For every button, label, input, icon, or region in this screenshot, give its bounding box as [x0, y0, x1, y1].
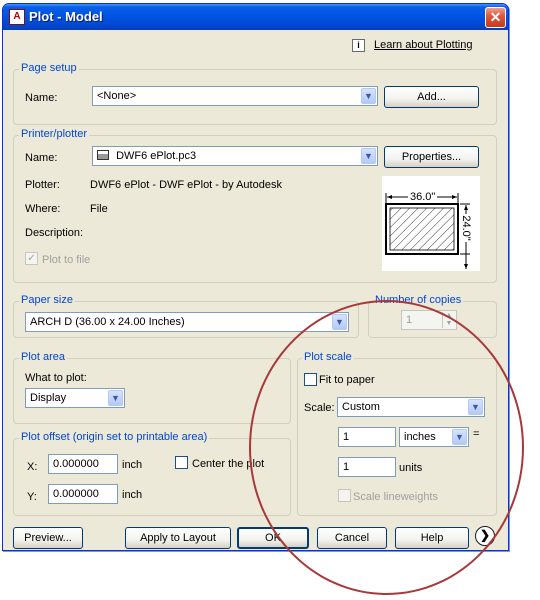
offset-x-input[interactable]: 0.000000	[48, 454, 118, 474]
scale-select[interactable]: Custom ▼	[337, 397, 485, 417]
plotter-value: DWF6 ePlot - DWF ePlot - by Autodesk	[90, 179, 282, 191]
paper-height-label: 24.0"	[460, 214, 472, 242]
printer-name-label: Name:	[25, 152, 58, 164]
offset-y-unit: inch	[122, 489, 143, 501]
chevron-down-icon: ▼	[108, 390, 123, 406]
printer-name-select[interactable]: DWF6 ePlot.pc3 ▼	[92, 146, 378, 166]
scale-value: Custom	[342, 401, 380, 413]
copies-legend: Number of copies	[373, 294, 464, 306]
where-label: Where:	[25, 203, 61, 215]
page-setup-name-value: <None>	[97, 90, 137, 102]
plot-area-legend: Plot area	[19, 351, 68, 363]
offset-y-label: Y:	[27, 491, 37, 503]
chevron-down-icon: ▼	[361, 148, 376, 164]
learn-about-plotting-link[interactable]: Learn about Plotting	[374, 39, 472, 51]
paper-preview: 36.0" 24.0"	[382, 176, 480, 271]
paper-size-value: ARCH D (36.00 x 24.00 Inches)	[30, 316, 185, 328]
offset-x-label: X:	[27, 461, 38, 473]
chevron-right-icon[interactable]: ❯	[475, 526, 495, 546]
properties-button[interactable]: Properties...	[384, 146, 479, 168]
paper-size-legend: Paper size	[19, 294, 75, 306]
scale-inches-input[interactable]: 1	[338, 427, 396, 447]
plot-offset-group	[13, 438, 291, 516]
page-setup-name-select[interactable]: <None> ▼	[92, 86, 378, 106]
scale-lineweights-label: Scale lineweights	[353, 491, 438, 503]
close-button[interactable]: ✕	[485, 7, 506, 28]
fit-to-paper-checkbox[interactable]	[304, 373, 317, 386]
ok-button[interactable]: OK	[237, 527, 309, 549]
scale-unit-select[interactable]: inches ▼	[399, 427, 469, 447]
title-bar[interactable]: A Plot - Model ✕	[3, 4, 508, 30]
printer-legend: Printer/plotter	[19, 128, 90, 140]
printer-icon	[97, 150, 109, 160]
apply-to-layout-button[interactable]: Apply to Layout	[125, 527, 231, 549]
plot-scale-legend: Plot scale	[302, 351, 354, 363]
preview-button[interactable]: Preview...	[13, 527, 83, 549]
scale-lineweights-checkbox[interactable]	[338, 489, 351, 502]
what-to-plot-select[interactable]: Display ▼	[25, 388, 125, 408]
plot-dialog: A Plot - Model ✕ i Learn about Plotting …	[2, 3, 509, 551]
plot-to-file-checkbox[interactable]: ✓	[25, 252, 38, 265]
scale-units-input[interactable]: 1	[338, 457, 396, 477]
paper-size-select[interactable]: ARCH D (36.00 x 24.00 Inches) ▼	[25, 312, 349, 332]
autocad-icon: A	[9, 9, 25, 25]
help-button[interactable]: Help	[395, 527, 469, 549]
chevron-down-icon: ▼	[468, 399, 483, 415]
printer-name-value: DWF6 ePlot.pc3	[116, 150, 197, 162]
window-title: Plot - Model	[29, 9, 103, 24]
description-label: Description:	[25, 227, 84, 239]
chevron-down-icon: ▼	[452, 429, 467, 445]
offset-x-unit: inch	[122, 459, 143, 471]
offset-y-input[interactable]: 0.000000	[48, 484, 118, 504]
plot-to-file-label: Plot to file	[42, 254, 91, 266]
info-icon: i	[352, 39, 365, 52]
plotter-label: Plotter:	[25, 179, 60, 191]
fit-to-paper-label: Fit to paper	[319, 374, 375, 386]
equals-sign: =	[473, 428, 480, 440]
cancel-button[interactable]: Cancel	[317, 527, 387, 549]
center-the-plot-label: Center the plot	[192, 458, 265, 470]
scale-label: Scale:	[304, 402, 335, 414]
chevron-down-icon: ▼	[332, 314, 347, 330]
copies-spinner[interactable]: 1 ▲ ▼	[401, 310, 457, 330]
what-to-plot-label: What to plot:	[25, 372, 87, 384]
page-setup-legend: Page setup	[19, 62, 79, 74]
where-value: File	[90, 203, 108, 215]
spinner-arrows-icon: ▲ ▼	[442, 312, 455, 328]
copies-value: 1	[406, 314, 413, 326]
what-to-plot-value: Display	[30, 392, 67, 404]
page-setup-name-label: Name:	[25, 92, 58, 104]
chevron-down-icon: ▼	[361, 88, 376, 104]
add-button[interactable]: Add...	[384, 86, 479, 108]
scale-units-label: units	[399, 462, 423, 474]
center-the-plot-checkbox[interactable]	[175, 456, 188, 469]
scale-unit-value: inches	[404, 431, 436, 443]
plot-offset-legend: Plot offset (origin set to printable are…	[19, 431, 210, 443]
paper-width-label: 36.0"	[408, 191, 438, 203]
